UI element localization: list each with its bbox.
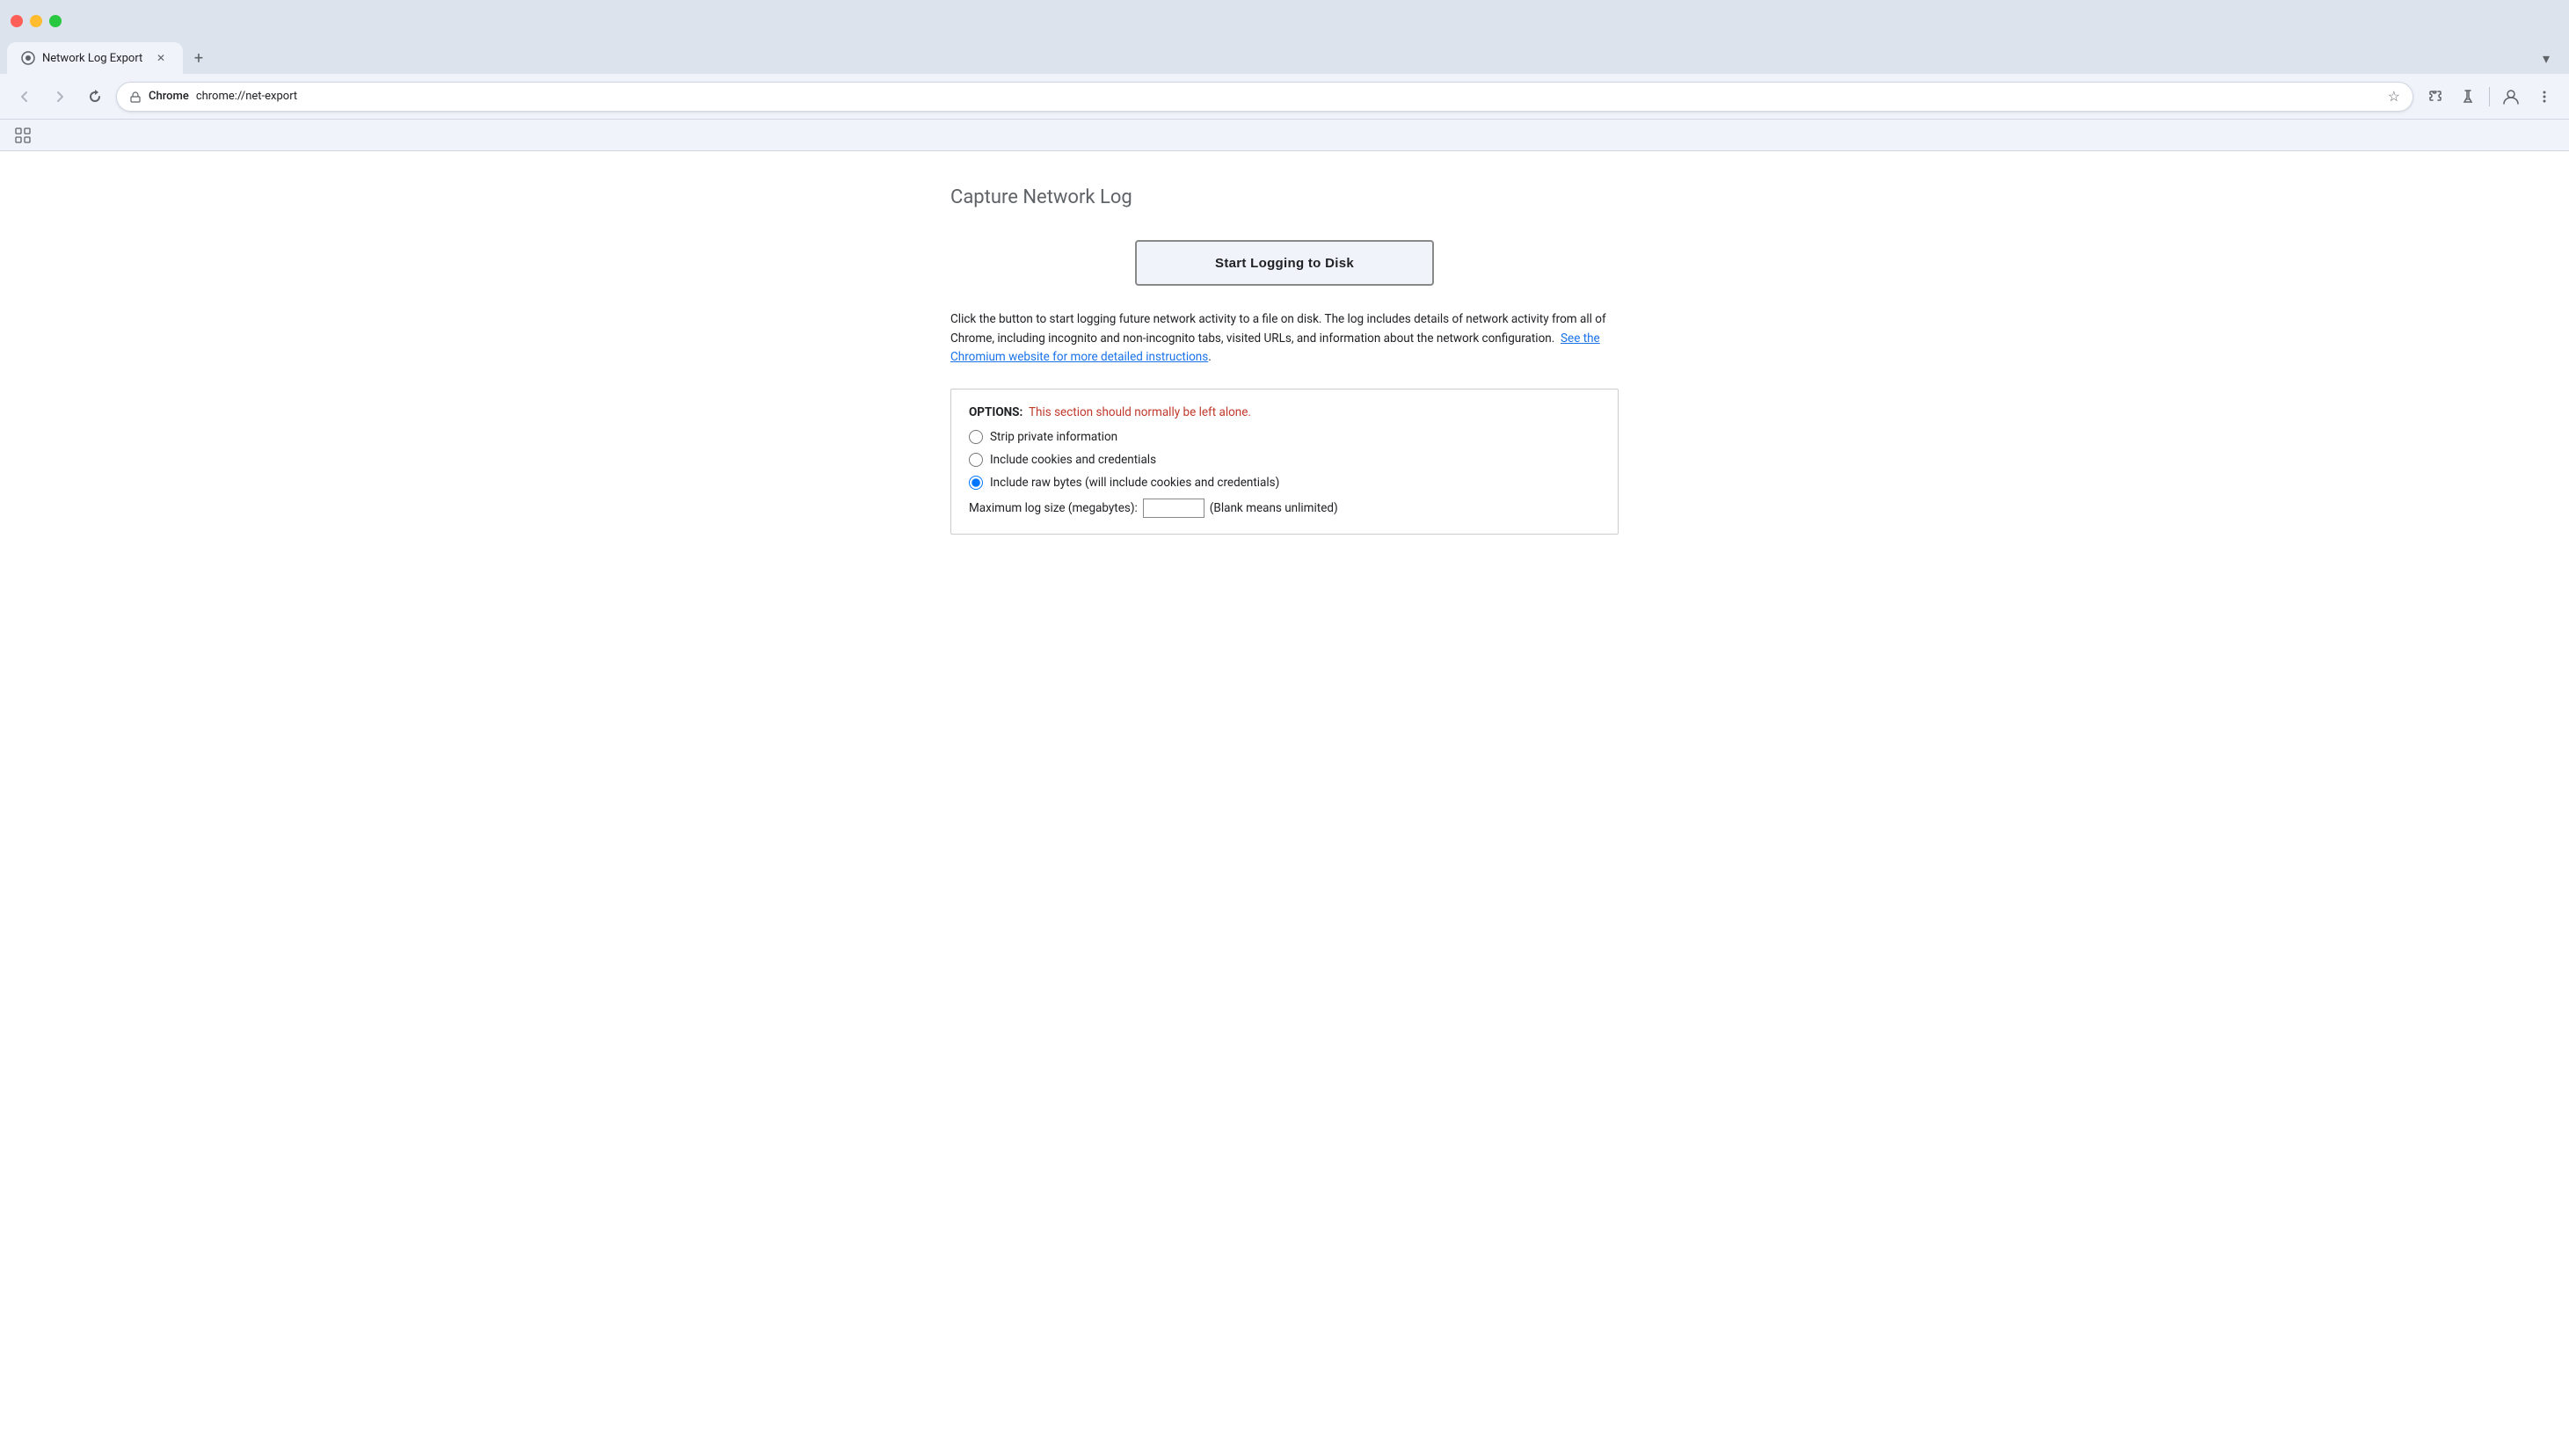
toolbar-divider	[2489, 87, 2490, 106]
title-bar	[0, 0, 2569, 42]
reload-button[interactable]	[81, 83, 109, 111]
back-button[interactable]	[11, 83, 39, 111]
radio-strip-label: Strip private information	[990, 430, 1117, 444]
traffic-lights	[11, 15, 62, 27]
description-paragraph: Click the button to start logging future…	[950, 310, 1619, 368]
page-inner: Capture Network Log Start Logging to Dis…	[950, 186, 1619, 535]
active-tab[interactable]: Network Log Export ✕	[7, 42, 183, 74]
description-text: Click the button to start logging future…	[950, 312, 1606, 346]
close-button[interactable]	[11, 15, 23, 27]
options-warning: This section should normally be left alo…	[1029, 405, 1251, 419]
options-label: OPTIONS:	[969, 405, 1023, 419]
tab-bar: Network Log Export ✕ + ▾	[0, 42, 2569, 74]
period: .	[1208, 350, 1212, 364]
tab-strip-dropdown[interactable]: ▾	[2534, 46, 2558, 70]
apps-grid-icon[interactable]	[11, 123, 35, 148]
maximize-button[interactable]	[49, 15, 62, 27]
radio-raw-input[interactable]	[969, 476, 983, 490]
toolbar-icons	[2420, 83, 2558, 111]
radio-raw-label: Include raw bytes (will include cookies …	[990, 476, 1279, 490]
radio-strip-option[interactable]: Strip private information	[969, 430, 1600, 444]
extensions-puzzle-icon[interactable]	[2420, 83, 2449, 111]
radio-cookies-label: Include cookies and credentials	[990, 453, 1156, 467]
omnibox-site-label: Chrome	[149, 90, 189, 103]
omnibox-url: chrome://net-export	[196, 90, 2381, 103]
page-content: Capture Network Log Start Logging to Dis…	[0, 151, 2569, 1456]
bookmark-star-icon[interactable]: ☆	[2388, 88, 2400, 105]
start-logging-button[interactable]: Start Logging to Disk	[1135, 240, 1434, 286]
options-header: OPTIONS: This section should normally be…	[969, 405, 1600, 419]
new-tab-button[interactable]: +	[186, 46, 211, 70]
minimize-button[interactable]	[30, 15, 42, 27]
address-bar: Chrome chrome://net-export ☆	[0, 74, 2569, 120]
tab-close-button[interactable]: ✕	[153, 50, 169, 66]
max-log-hint: (Blank means unlimited)	[1210, 501, 1338, 515]
tab-title: Network Log Export	[42, 52, 146, 65]
test-tube-icon[interactable]	[2454, 83, 2482, 111]
radio-cookies-option[interactable]: Include cookies and credentials	[969, 453, 1600, 467]
options-box: OPTIONS: This section should normally be…	[950, 389, 1619, 535]
page-heading: Capture Network Log	[950, 186, 1619, 208]
radio-raw-option[interactable]: Include raw bytes (will include cookies …	[969, 476, 1600, 490]
radio-cookies-input[interactable]	[969, 453, 983, 467]
max-log-label: Maximum log size (megabytes):	[969, 501, 1138, 515]
profile-icon[interactable]	[2497, 83, 2525, 111]
tab-bar-right: ▾	[2534, 46, 2558, 70]
lock-icon	[129, 91, 142, 103]
menu-icon[interactable]	[2530, 83, 2558, 111]
max-log-input[interactable]	[1143, 499, 1204, 518]
omnibox[interactable]: Chrome chrome://net-export ☆	[116, 82, 2413, 112]
radio-strip-input[interactable]	[969, 430, 983, 444]
tab-favicon	[21, 51, 35, 65]
forward-button[interactable]	[46, 83, 74, 111]
bookmarks-bar	[0, 120, 2569, 151]
max-log-row: Maximum log size (megabytes): (Blank mea…	[969, 499, 1600, 518]
